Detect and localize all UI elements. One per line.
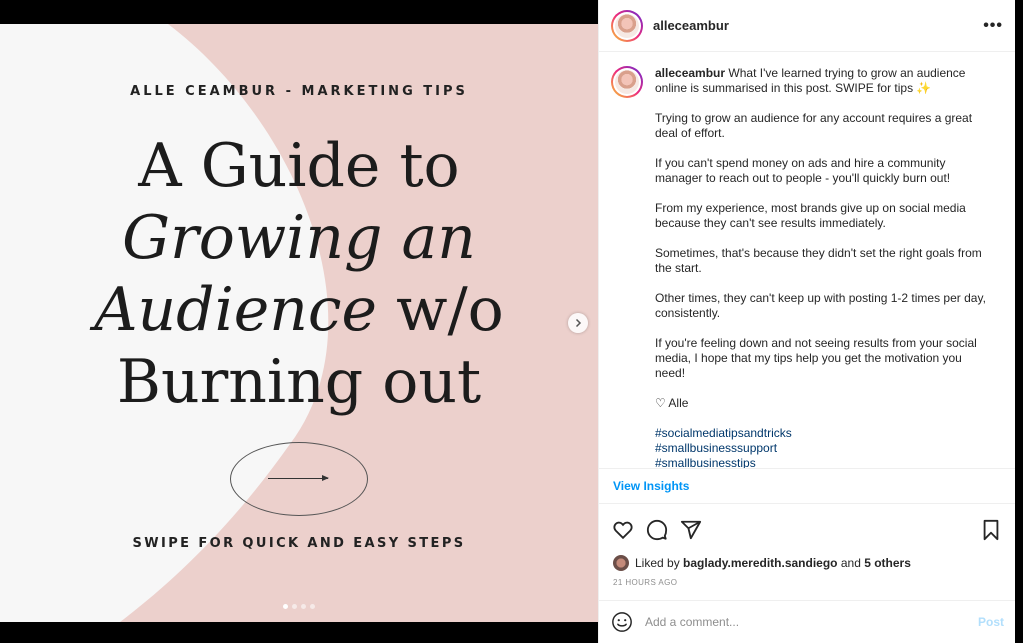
- top-letterbox: [0, 0, 598, 24]
- share-icon[interactable]: [679, 518, 703, 542]
- liker-avatar[interactable]: [613, 555, 629, 571]
- swipe-oval: [230, 442, 368, 516]
- more-horizontal-icon[interactable]: •••: [983, 17, 1003, 35]
- caption-area: alleceambur What I've learned trying to …: [599, 52, 1015, 468]
- caption-paragraph: Other times, they can't keep up with pos…: [655, 291, 986, 320]
- carousel-dot: [292, 604, 297, 609]
- arrow-right-icon: [268, 478, 328, 479]
- arrow-head-icon: [322, 475, 329, 481]
- bottom-letterbox: [0, 622, 598, 643]
- avatar[interactable]: [611, 9, 643, 42]
- carousel-dot: [283, 604, 288, 609]
- caption-signoff: ♡ Alle: [655, 396, 689, 410]
- insights-bar: View Insights: [599, 468, 1015, 504]
- caption-paragraph: From my experience, most brands give up …: [655, 201, 966, 230]
- slide-title: A Guide to Growing an Audience w/o Burni…: [0, 130, 598, 418]
- liker-username[interactable]: baglady.meredith.sandiego: [683, 556, 837, 570]
- caption-avatar[interactable]: [611, 66, 643, 98]
- likes-text: Liked by baglady.meredith.sandiego and 5…: [635, 556, 911, 570]
- bookmark-icon[interactable]: [979, 518, 1003, 542]
- carousel-dots: [283, 604, 315, 609]
- slide-title-line: A Guide to: [138, 131, 460, 201]
- post-timestamp: 21 HOURS AGO: [613, 578, 678, 587]
- view-insights-link[interactable]: View Insights: [613, 479, 689, 493]
- hashtag-link[interactable]: #smallbusinesstips: [655, 456, 995, 468]
- slide-title-audience: Audience: [94, 275, 378, 345]
- caption-username[interactable]: alleceambur: [655, 66, 725, 80]
- slide-title-line: Audience w/o: [0, 274, 598, 346]
- post-side-panel: alleceambur ••• alleceambur What I've le…: [598, 0, 1016, 643]
- smiley-icon[interactable]: [611, 611, 633, 633]
- carousel-dot: [301, 604, 306, 609]
- slide-title-line: Burning out: [116, 347, 482, 417]
- caption-intro: alleceambur What I've learned trying to …: [655, 66, 995, 96]
- carousel-next-button[interactable]: [568, 313, 588, 333]
- post-media[interactable]: ALLE CEAMBUR - MARKETING TIPS A Guide to…: [0, 24, 598, 622]
- comment-icon[interactable]: [645, 518, 669, 542]
- comment-bar: Add a comment... Post: [599, 600, 1016, 643]
- caption-paragraph: Sometimes, that's because they didn't se…: [655, 246, 982, 275]
- comment-input[interactable]: Add a comment...: [645, 615, 978, 629]
- window-edge: [1015, 0, 1023, 643]
- likes-prefix: Liked by: [635, 556, 684, 570]
- slide-kicker: ALLE CEAMBUR - MARKETING TIPS: [130, 84, 468, 99]
- slide-title-line: Growing an: [122, 203, 476, 273]
- likes-middle: and: [837, 556, 865, 570]
- slide-cta: SWIPE FOR QUICK AND EASY STEPS: [132, 536, 466, 551]
- likes-summary: Liked by baglady.meredith.sandiego and 5…: [599, 552, 1015, 574]
- slide-title-wo: w/o: [377, 275, 504, 345]
- heart-icon[interactable]: [611, 518, 635, 542]
- likes-others-link[interactable]: 5 others: [864, 556, 911, 570]
- post-header: alleceambur •••: [599, 0, 1015, 52]
- caption-paragraph: Trying to grow an audience for any accou…: [655, 111, 973, 140]
- chevron-right-icon: [575, 318, 582, 328]
- carousel-dot: [310, 604, 315, 609]
- hashtag-link[interactable]: #smallbusinesssupport: [655, 441, 995, 456]
- caption-text: alleceambur What I've learned trying to …: [655, 66, 995, 468]
- post-comment-button[interactable]: Post: [978, 615, 1004, 629]
- caption-paragraph: If you can't spend money on ads and hire…: [655, 156, 951, 185]
- caption-hashtags: #socialmediatipsandtricks #smallbusiness…: [655, 426, 995, 468]
- caption-paragraph: If you're feeling down and not seeing re…: [655, 336, 977, 380]
- hashtag-link[interactable]: #socialmediatipsandtricks: [655, 426, 995, 441]
- action-bar: [599, 508, 1015, 552]
- header-username[interactable]: alleceambur: [653, 18, 729, 33]
